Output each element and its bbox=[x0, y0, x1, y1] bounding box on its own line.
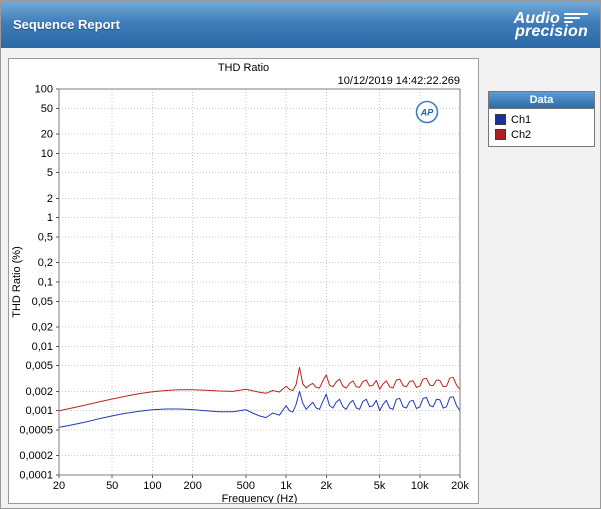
y-tick-label: 0,02 bbox=[32, 321, 53, 333]
x-tick-label: 5k bbox=[374, 480, 386, 492]
y-tick-label: 0,05 bbox=[32, 296, 53, 308]
y-axis-title: THD Ratio (%) bbox=[11, 246, 23, 318]
report-title-bar: Sequence Report Audio precision bbox=[1, 1, 600, 48]
x-tick-label: 20 bbox=[53, 480, 65, 492]
logo-bars-icon bbox=[564, 13, 588, 23]
y-tick-label: 0,1 bbox=[38, 277, 53, 289]
legend-title: Data bbox=[489, 92, 594, 109]
ch2-series-line bbox=[58, 366, 461, 412]
page-title: Sequence Report bbox=[13, 17, 120, 32]
y-tick-label: 0,0005 bbox=[19, 425, 53, 437]
y-tick-label: 0,0002 bbox=[19, 450, 53, 462]
y-tick-label: 1 bbox=[47, 212, 53, 224]
y-tick-label: 0,01 bbox=[32, 341, 53, 353]
chart-panel: THD Ratio 10/12/2019 14:42:22.269 100 50 2… bbox=[8, 58, 479, 504]
y-tick-label: 0,005 bbox=[25, 360, 53, 372]
audio-precision-logo: Audio precision bbox=[514, 10, 588, 40]
y-tick-label: 0,5 bbox=[38, 232, 53, 244]
y-tick-label: 0,001 bbox=[25, 405, 53, 417]
logo-text-precision: precision bbox=[515, 22, 588, 40]
legend-label-ch2: Ch2 bbox=[511, 128, 532, 141]
x-tick-label: 20k bbox=[451, 480, 469, 492]
legend-body: Ch1 Ch2 bbox=[489, 109, 594, 146]
ap-badge-text: AP bbox=[420, 108, 434, 118]
y-tick-label: 5 bbox=[47, 167, 53, 179]
y-tick-label: 0,2 bbox=[38, 257, 53, 269]
x-tick-label: 50 bbox=[106, 480, 118, 492]
y-tick-label: 0,002 bbox=[25, 386, 53, 398]
y-tick-label: 100 bbox=[35, 84, 53, 96]
y-tick-label: 50 bbox=[41, 103, 53, 115]
y-tick-label: 10 bbox=[41, 148, 53, 160]
ch1-series-line bbox=[58, 390, 461, 428]
x-axis-title: Frequency (Hz) bbox=[222, 493, 298, 503]
x-tick-label: 200 bbox=[183, 480, 201, 492]
legend-label-ch1: Ch1 bbox=[511, 113, 532, 126]
y-tick-label: 20 bbox=[41, 128, 53, 140]
report-window: Sequence Report Audio precision THD Rati… bbox=[0, 0, 601, 509]
y-tick-label: 0,0001 bbox=[19, 470, 53, 482]
legend-item-ch2: Ch2 bbox=[495, 127, 588, 142]
x-tick-label: 2k bbox=[321, 480, 333, 492]
legend-panel: Data Ch1 Ch2 bbox=[488, 91, 595, 147]
x-tick-label: 100 bbox=[143, 480, 161, 492]
legend-item-ch1: Ch1 bbox=[495, 112, 588, 127]
ap-logo-icon: AP bbox=[415, 100, 439, 124]
x-tick-label: 10k bbox=[411, 480, 429, 492]
x-tick-label: 1k bbox=[280, 480, 292, 492]
x-tick-label: 500 bbox=[237, 480, 255, 492]
thd-ratio-chart: 100 50 20 10 5 2 1 0,5 0,2 0,1 0,05 0,02 0,01 0,005 0,… bbox=[11, 84, 469, 504]
ch2-color-swatch bbox=[495, 129, 506, 140]
y-tick-label: 2 bbox=[47, 193, 53, 205]
ch1-color-swatch bbox=[495, 114, 506, 125]
